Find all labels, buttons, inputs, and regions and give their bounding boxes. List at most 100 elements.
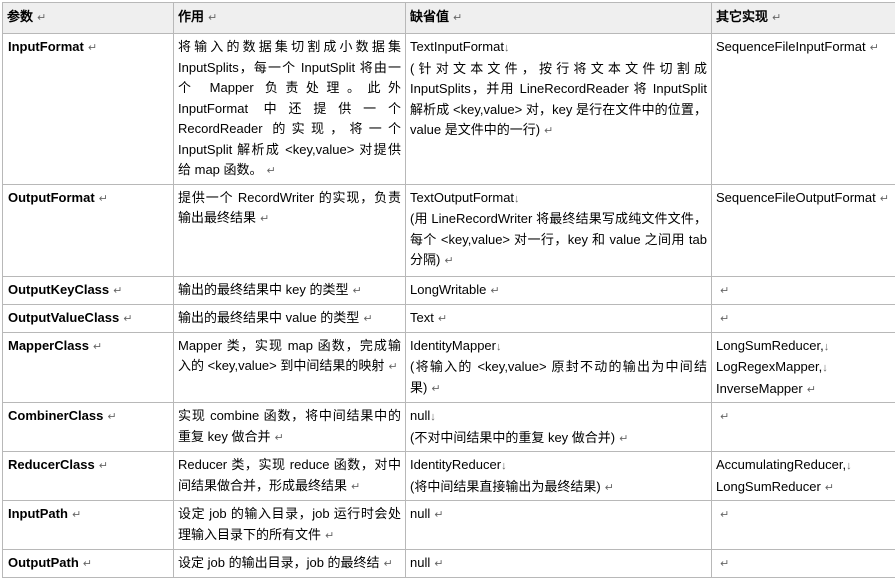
default-cell: LongWritable ↵ <box>405 275 712 305</box>
default-line: TextOutputFormat↓ <box>410 188 707 210</box>
default-text: TextOutputFormat <box>410 189 515 205</box>
default-cell: IdentityReducer↓ (将中间结果直接输出为最终结果) ↵ <box>405 451 712 501</box>
default-text: (将输入的 <key,value> 原封不动的输出为中间结果) <box>410 359 707 395</box>
desc-text: Mapper 类，实现 map 函数，完成输入的 <key,value> 到中间… <box>178 337 401 374</box>
paragraph-mark: ↵ <box>107 411 117 423</box>
table-row: OutputValueClass ↵ 输出的最终结果中 value 的类型 ↵ Text… <box>2 303 895 333</box>
paragraph-mark: ↵ <box>720 312 730 325</box>
param-name: InputPath <box>8 506 68 521</box>
other-impl-text: LongSumReducer <box>716 478 821 494</box>
paragraph-mark: ↵ <box>879 192 889 205</box>
paragraph-mark: ↵ <box>266 165 276 177</box>
other-impl-text: InverseMapper <box>716 380 803 396</box>
default-text: Text <box>410 309 434 325</box>
paragraph-mark: ↵ <box>720 509 730 521</box>
default-text: LongWritable <box>410 281 487 297</box>
other-impl-text: LongSumReducer, <box>716 337 824 353</box>
paragraph-mark: ↵ <box>123 312 133 325</box>
default-text: (针对文本文件，按行将文本文件切割成 InputSplits，并用 LineRe… <box>410 60 707 138</box>
header-desc: 作用 ↵ <box>173 2 406 34</box>
default-line: TextInputFormat↓ <box>410 37 707 59</box>
paragraph-mark: ↵ <box>824 481 835 494</box>
paragraph-mark: ↵ <box>437 312 448 325</box>
desc-text: 提供一个 RecordWriter 的实现，负责输出最终结果 <box>178 189 401 226</box>
default-line: null ↵ <box>410 553 707 575</box>
desc-cell: 实现 combine 函数，将中间结果中的重复 key 做合并 ↵ <box>173 402 406 452</box>
param-cell: ReducerClass ↵ <box>2 451 174 501</box>
default-cell: IdentityMapper↓ (将输入的 <key,value> 原封不动的输出… <box>405 331 712 403</box>
paragraph-mark: ↵ <box>544 125 554 137</box>
paragraph-mark: ↵ <box>351 480 361 493</box>
paragraph-mark: ↵ <box>325 529 335 542</box>
table-row: OutputKeyClass ↵ 输出的最终结果中 key 的类型 ↵ LongWrit… <box>2 275 895 305</box>
paragraph-mark: ↵ <box>720 411 730 423</box>
default-line: (针对文本文件，按行将文本文件切割成 InputSplits，并用 LineRe… <box>410 61 707 138</box>
paragraph-mark: ↵ <box>619 432 629 445</box>
others-cell: ↵ <box>711 402 895 452</box>
line-break-mark: ↓ <box>501 460 507 472</box>
header-default: 缺省值 ↵ <box>405 2 712 34</box>
line-break-mark: ↓ <box>503 42 510 54</box>
table-row: OutputPath ↵ 设定 job 的输出目录，job 的最终结 ↵ null ↵ ↵ <box>2 549 895 578</box>
paragraph-mark: ↵ <box>260 213 270 225</box>
param-name: MapperClass <box>8 337 89 353</box>
param-name: OutputFormat <box>8 189 95 205</box>
others-cell: LongSumReducer,↓ LogRegexMapper,↓ InverseM… <box>711 331 895 403</box>
paragraph-mark: ↵ <box>352 284 362 297</box>
other-impl-text: SequenceFileOutputFormat <box>716 189 876 205</box>
desc-cell: Reducer 类，实现 reduce 函数，对中间结果做合并，形成最终结果 ↵ <box>173 451 406 501</box>
others-cell: SequenceFileOutputFormat ↵ <box>711 183 895 277</box>
paragraph-mark: ↵ <box>720 284 730 297</box>
desc-text: 将输入的数据集切割成小数据集 InputSplits，每一个 InputSpli… <box>178 39 401 177</box>
other-impl: LongSumReducer ↵ <box>716 477 891 499</box>
paragraph-mark: ↵ <box>113 284 123 297</box>
default-text: null <box>410 408 431 423</box>
header-param: 参数 ↵ <box>2 2 174 34</box>
param-name: OutputKeyClass <box>8 281 110 297</box>
other-impl-text: AccumulatingReducer, <box>716 457 847 472</box>
paragraph-mark: ↵ <box>806 383 816 396</box>
paragraph-mark: ↵ <box>720 558 730 570</box>
default-line: IdentityReducer↓ <box>410 455 707 477</box>
default-cell: TextOutputFormat↓ (用 LineRecordWriter 将最终… <box>405 183 712 277</box>
desc-cell: 将输入的数据集切割成小数据集 InputSplits，每一个 InputSpli… <box>173 33 406 185</box>
paragraph-mark: ↵ <box>431 382 441 395</box>
desc-text: Reducer 类，实现 reduce 函数，对中间结果做合并，形成最终结果 <box>178 457 401 493</box>
param-cell: InputFormat ↵ <box>2 33 174 185</box>
desc-cell: 设定 job 的输出目录，job 的最终结 ↵ <box>173 549 406 578</box>
table-row: CombinerClass ↵ 实现 combine 函数，将中间结果中的重复 ke… <box>2 402 895 452</box>
default-line: null ↵ <box>410 504 707 526</box>
default-line: (将输入的 <key,value> 原封不动的输出为中间结果) ↵ <box>410 359 707 395</box>
param-cell: OutputKeyClass ↵ <box>2 275 174 305</box>
desc-text: 设定 job 的输出目录，job 的最终结 <box>178 555 380 570</box>
paragraph-mark: ↵ <box>869 42 879 54</box>
paragraph-mark: ↵ <box>434 558 444 570</box>
param-name: InputFormat <box>8 39 84 54</box>
paragraph-mark: ↵ <box>98 192 108 205</box>
default-line: null↓ <box>410 406 707 428</box>
line-break-mark: ↓ <box>823 340 830 353</box>
other-impl: SequenceFileOutputFormat ↵ <box>716 188 891 210</box>
paragraph-mark: ↵ <box>383 558 393 570</box>
desc-cell: 输出的最终结果中 value 的类型 ↵ <box>173 303 406 333</box>
desc-cell: 提供一个 RecordWriter 的实现，负责输出最终结果 ↵ <box>173 183 406 277</box>
param-name: OutputPath <box>8 555 79 570</box>
line-break-mark: ↓ <box>514 192 520 205</box>
line-break-mark: ↓ <box>822 362 828 374</box>
others-cell: ↵ <box>711 549 895 578</box>
other-impl-text: LogRegexMapper, <box>716 359 823 374</box>
paragraph-mark: ↵ <box>87 42 98 54</box>
table-row: InputFormat ↵ 将输入的数据集切割成小数据集 InputSplits，每… <box>2 33 895 185</box>
param-name: OutputValueClass <box>8 309 120 325</box>
paragraph-mark: ↵ <box>274 431 284 444</box>
desc-text: 实现 combine 函数，将中间结果中的重复 key 做合并 <box>178 408 401 444</box>
header-others: 其它实现 ↵ <box>711 2 895 34</box>
param-cell: OutputValueClass ↵ <box>2 303 174 333</box>
param-cell: InputPath ↵ <box>2 500 174 550</box>
default-text: (将中间结果直接输出为最终结果) <box>410 478 601 494</box>
default-line: (用 LineRecordWriter 将最终结果写成纯文件文件，每个 <key… <box>410 211 707 267</box>
table-row: InputPath ↵ 设定 job 的输入目录，job 运行时会处理输入目录下的所… <box>2 500 895 550</box>
line-break-mark: ↓ <box>430 411 436 423</box>
other-impl: SequenceFileInputFormat ↵ <box>716 37 891 59</box>
desc-cell: 设定 job 的输入目录，job 运行时会处理输入目录下的所有文件 ↵ <box>173 500 406 550</box>
